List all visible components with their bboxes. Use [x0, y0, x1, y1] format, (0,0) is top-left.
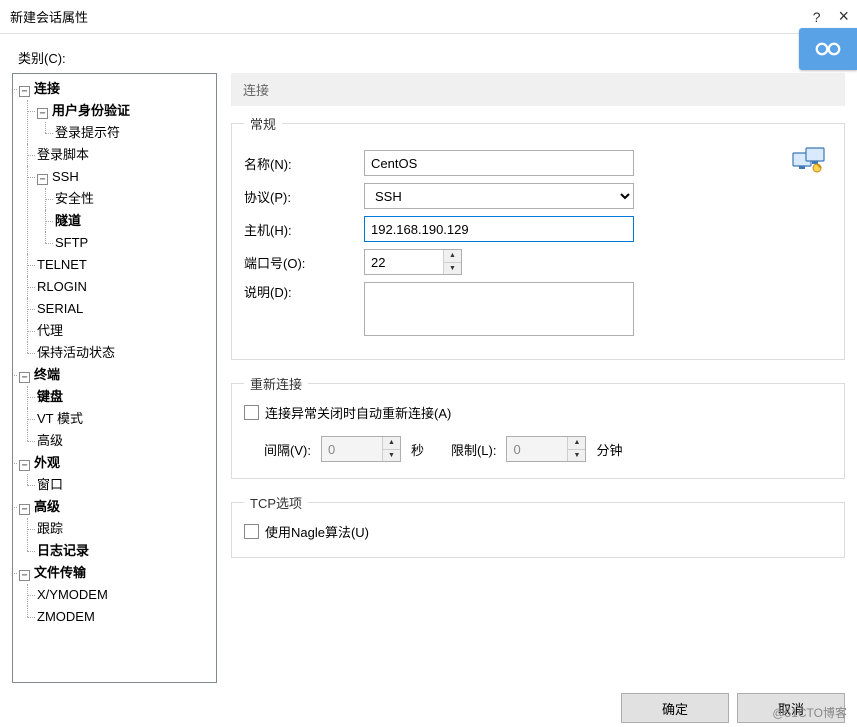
- expand-icon[interactable]: −: [19, 570, 30, 581]
- close-button[interactable]: ×: [838, 6, 849, 27]
- tree-advanced1[interactable]: 高级: [37, 433, 63, 448]
- watermark: @51CTO博客: [772, 704, 847, 721]
- category-label: 类别(C):: [0, 34, 857, 73]
- host-label: 主机(H):: [244, 220, 364, 239]
- tree-connection[interactable]: 连接: [34, 81, 60, 96]
- expand-icon[interactable]: −: [19, 460, 30, 471]
- tcp-group: TCP选项 使用Nagle算法(U): [231, 493, 845, 558]
- reconnect-group: 重新连接 连接异常关闭时自动重新连接(A) 间隔(V): 0 ▲▼ 秒 限制(L…: [231, 374, 845, 479]
- tree-loginscript[interactable]: 登录脚本: [37, 147, 89, 162]
- protocol-label: 协议(P):: [244, 187, 364, 206]
- general-legend: 常规: [244, 114, 282, 133]
- limit-unit: 分钟: [596, 440, 622, 459]
- spin-up-icon[interactable]: ▲: [444, 250, 461, 263]
- tree-appearance[interactable]: 外观: [34, 455, 60, 470]
- interval-label: 间隔(V):: [264, 440, 311, 459]
- autoreconnect-checkbox[interactable]: 连接异常关闭时自动重新连接(A): [244, 403, 832, 422]
- desc-label: 说明(D):: [244, 282, 364, 301]
- tree-keyboard[interactable]: 键盘: [37, 389, 63, 404]
- tree-vtmode[interactable]: VT 模式: [37, 411, 83, 426]
- tree-auth[interactable]: 用户身份验证: [52, 103, 130, 118]
- window-title: 新建会话属性: [10, 7, 88, 26]
- help-button[interactable]: ?: [813, 9, 821, 25]
- expand-icon[interactable]: −: [19, 504, 30, 515]
- tree-sftp[interactable]: SFTP: [55, 235, 88, 250]
- tree-filetrans[interactable]: 文件传输: [34, 565, 86, 580]
- tree-trace[interactable]: 跟踪: [37, 521, 63, 536]
- name-input[interactable]: [364, 150, 634, 176]
- app-badge-icon[interactable]: [799, 28, 857, 70]
- tcp-legend: TCP选项: [244, 493, 308, 512]
- name-label: 名称(N):: [244, 154, 364, 173]
- expand-icon[interactable]: −: [19, 372, 30, 383]
- nagle-checkbox[interactable]: 使用Nagle算法(U): [244, 522, 832, 541]
- interval-spinner: 0 ▲▼: [321, 436, 401, 462]
- tree-zmodem[interactable]: ZMODEM: [37, 609, 95, 624]
- tree-loginprompt[interactable]: 登录提示符: [55, 125, 120, 140]
- spin-down-icon: ▼: [568, 450, 585, 462]
- port-label: 端口号(O):: [244, 253, 364, 272]
- ok-button[interactable]: 确定: [621, 693, 729, 723]
- spin-down-icon[interactable]: ▼: [444, 263, 461, 275]
- tree-tunnel[interactable]: 隧道: [55, 213, 81, 228]
- port-spinner[interactable]: 22 ▲▼: [364, 249, 462, 275]
- checkbox-icon[interactable]: [244, 524, 259, 539]
- tree-xymodem[interactable]: X/YMODEM: [37, 587, 108, 602]
- expand-icon[interactable]: −: [37, 174, 48, 185]
- tree-keepalive[interactable]: 保持活动状态: [37, 345, 115, 360]
- tree-security[interactable]: 安全性: [55, 191, 94, 206]
- button-bar: 确定 取消: [0, 683, 857, 723]
- desc-textarea[interactable]: [364, 282, 634, 336]
- tree-logging[interactable]: 日志记录: [37, 543, 89, 558]
- panel-header: 连接: [231, 73, 845, 106]
- tree-ssh[interactable]: SSH: [52, 169, 79, 184]
- reconnect-legend: 重新连接: [244, 374, 308, 393]
- expand-icon[interactable]: −: [37, 108, 48, 119]
- content-panel: 连接 常规 名称(N): 协议(P): SSH 主机(H):: [231, 73, 845, 683]
- titlebar: 新建会话属性 ? ×: [0, 0, 857, 34]
- protocol-select[interactable]: SSH: [364, 183, 634, 209]
- tree-serial[interactable]: SERIAL: [37, 301, 83, 316]
- spin-up-icon: ▲: [568, 437, 585, 450]
- tree-proxy[interactable]: 代理: [37, 323, 63, 338]
- tree-advanced2[interactable]: 高级: [34, 499, 60, 514]
- title-controls: ? ×: [813, 6, 849, 27]
- general-group: 常规 名称(N): 协议(P): SSH 主机(H): 端口号(O):: [231, 114, 845, 360]
- interval-unit: 秒: [411, 440, 441, 459]
- checkbox-icon[interactable]: [244, 405, 259, 420]
- spin-up-icon: ▲: [383, 437, 400, 450]
- tree-terminal[interactable]: 终端: [34, 367, 60, 382]
- tree-window[interactable]: 窗口: [37, 477, 63, 492]
- host-input[interactable]: [364, 216, 634, 242]
- limit-label: 限制(L):: [451, 440, 497, 459]
- monitors-icon: [792, 147, 826, 178]
- spin-down-icon: ▼: [383, 450, 400, 462]
- limit-spinner: 0 ▲▼: [506, 436, 586, 462]
- expand-icon[interactable]: −: [19, 86, 30, 97]
- category-tree[interactable]: −连接 −用户身份验证 登录提示符 登录脚本 −SSH 安全性: [12, 73, 217, 683]
- tree-rlogin[interactable]: RLOGIN: [37, 279, 87, 294]
- tree-telnet[interactable]: TELNET: [37, 257, 87, 272]
